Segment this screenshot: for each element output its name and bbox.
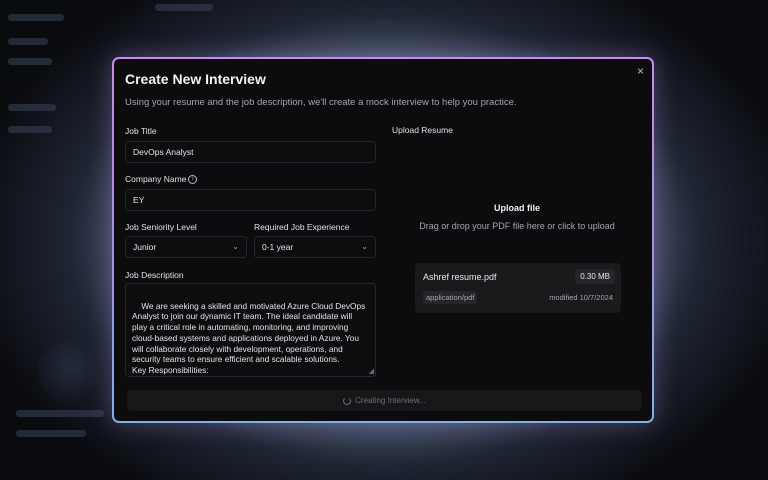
background-avatar: [38, 340, 100, 402]
experience-select[interactable]: 0-1 year ⌄: [254, 236, 376, 258]
seniority-select[interactable]: Junior ⌄: [125, 236, 247, 258]
file-type-badge: application/pdf: [423, 291, 478, 304]
upload-file-hint: Drag or drop your PDF file here or click…: [419, 221, 615, 231]
background-placeholder: [16, 430, 86, 437]
file-name: Ashref resume.pdf: [423, 272, 497, 282]
job-title-label: Job Title: [125, 126, 157, 136]
background-placeholder: [8, 14, 64, 21]
background-placeholder: [155, 4, 213, 11]
company-name-label-text: Company Name: [125, 174, 187, 184]
background-placeholder: [8, 126, 52, 133]
upload-resume-label: Upload Resume: [392, 125, 453, 135]
background-placeholder: [8, 58, 52, 65]
company-name-input[interactable]: EY: [125, 189, 376, 211]
info-icon[interactable]: i: [188, 175, 198, 185]
job-description-text: We are seeking a skilled and motivated A…: [132, 300, 366, 375]
dialog-subtitle: Using your resume and the job descriptio…: [125, 97, 517, 108]
job-title-input[interactable]: DevOps Analyst: [125, 141, 376, 163]
file-modified-date: modified 10/7/2024: [549, 293, 613, 302]
background-placeholder: [8, 38, 48, 45]
upload-dropzone[interactable]: Upload file Drag or drop your PDF file h…: [392, 139, 642, 379]
spinner-icon: [343, 396, 352, 405]
creating-interview-button[interactable]: Creating Interview...: [127, 390, 642, 411]
dialog-title: Create New Interview: [125, 71, 266, 87]
background-placeholder: [8, 104, 56, 111]
experience-value: 0-1 year: [262, 242, 294, 252]
chevron-down-icon: ⌄: [232, 242, 239, 251]
seniority-label: Job Seniority Level: [125, 222, 197, 232]
resize-handle-icon[interactable]: ◢: [369, 368, 374, 375]
job-description-label: Job Description: [125, 270, 184, 280]
company-name-label: Company Name i: [125, 174, 198, 185]
file-size-badge: 0.30 MB: [575, 269, 615, 284]
background-placeholder: [16, 410, 104, 417]
create-interview-dialog: × Create New Interview Using your resume…: [112, 57, 654, 423]
experience-label: Required Job Experience: [254, 222, 350, 232]
upload-file-title: Upload file: [493, 203, 540, 213]
chevron-down-icon: ⌄: [361, 242, 368, 251]
job-description-textarea[interactable]: We are seeking a skilled and motivated A…: [125, 283, 376, 377]
close-icon[interactable]: ×: [637, 64, 644, 78]
uploaded-file-card: Ashref resume.pdf 0.30 MB application/pd…: [415, 263, 621, 313]
seniority-value: Junior: [133, 242, 157, 252]
creating-interview-label: Creating Interview...: [355, 396, 426, 405]
